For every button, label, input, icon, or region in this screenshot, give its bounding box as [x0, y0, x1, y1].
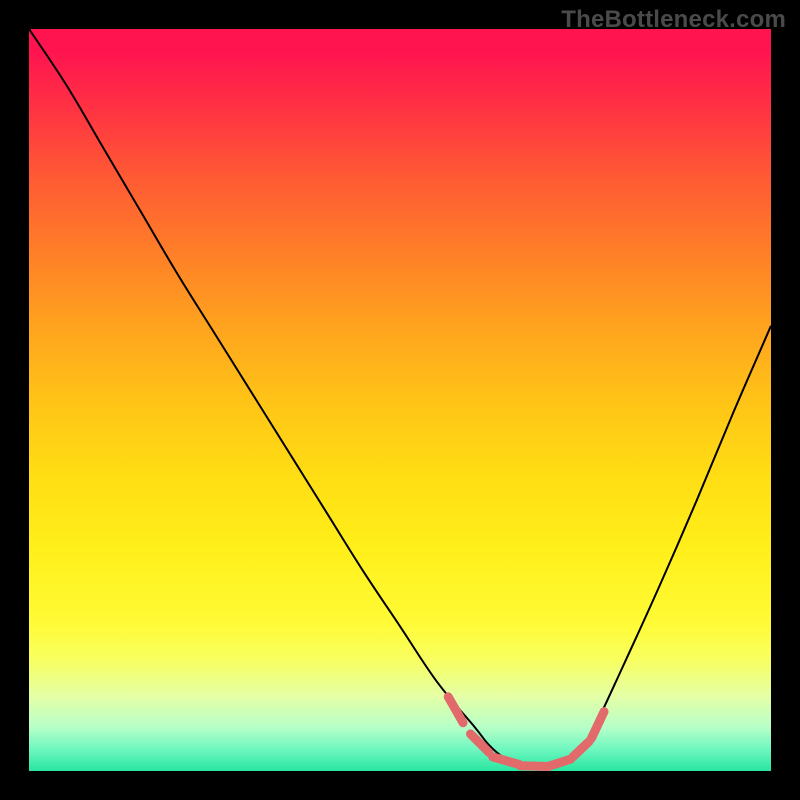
trough-dash-1 [470, 734, 489, 753]
watermark-text: TheBottleneck.com [561, 6, 786, 34]
trough-dashes [29, 29, 771, 771]
trough-dash-0 [448, 697, 463, 723]
trough-dash-5 [573, 741, 589, 757]
trough-dash-4 [550, 759, 571, 766]
trough-dash-6 [591, 712, 604, 739]
trough-dash-2 [493, 757, 519, 764]
trough-dash-3 [520, 766, 548, 767]
plot-area [29, 29, 771, 771]
